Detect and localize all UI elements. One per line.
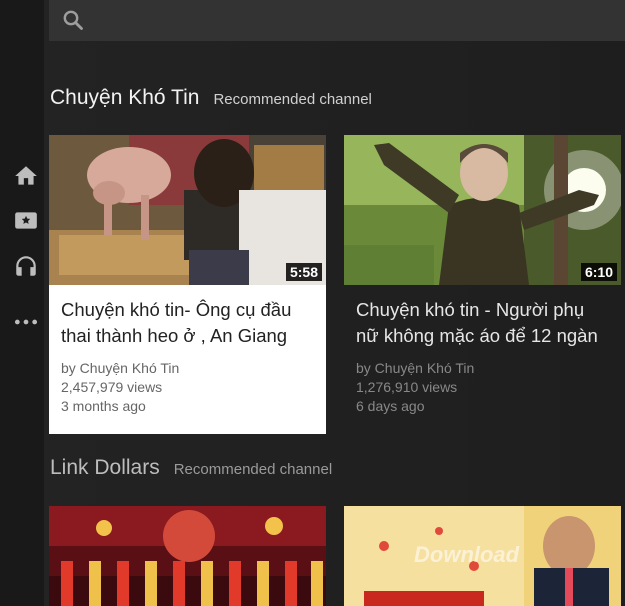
video-card[interactable]: 5:58 Chuyện khó tin- Ông cụ đầu thai thà… — [49, 135, 326, 434]
section-header: Link Dollars Recommended channel — [50, 456, 332, 480]
section-header: Chuyện Khó Tin Recommended channel — [50, 86, 372, 110]
video-duration: 5:58 — [285, 263, 322, 281]
search-icon — [63, 10, 83, 30]
section-title[interactable]: Link Dollars — [50, 456, 160, 480]
section-subtitle: Recommended channel — [173, 461, 333, 478]
more-dots-icon[interactable] — [12, 308, 40, 336]
video-thumbnail: 5:58 — [49, 135, 326, 285]
search-input[interactable] — [95, 6, 599, 36]
section-title[interactable]: Chuyện Khó Tin — [50, 86, 199, 110]
app-root: Chuyện Khó Tin Recommended channel 5:58 … — [0, 0, 625, 606]
search-bar[interactable] — [49, 0, 625, 41]
video-views: 1,276,910 views — [356, 379, 458, 395]
video-age: 3 months ago — [61, 398, 146, 414]
watermark-text: Download — [414, 542, 520, 567]
video-thumbnail[interactable] — [49, 506, 326, 606]
video-age: 6 days ago — [356, 398, 425, 414]
home-icon[interactable] — [12, 162, 40, 190]
video-views: 2,457,979 views — [61, 379, 163, 395]
video-title: Chuyện khó tin- Ông cụ đầu thai thành he… — [61, 299, 292, 346]
video-duration: 6:10 — [580, 263, 617, 281]
video-title: Chuyện khó tin - Người phụ nữ không mặc … — [356, 299, 598, 346]
side-nav — [0, 0, 44, 606]
video-channel: by Chuyện Khó Tin — [356, 360, 475, 376]
video-channel: by Chuyện Khó Tin — [61, 360, 180, 376]
video-thumbnail: 6:10 — [344, 135, 621, 285]
video-card[interactable]: 6:10 Chuyện khó tin - Người phụ nữ không… — [344, 135, 621, 416]
section-subtitle: Recommended channel — [213, 91, 372, 108]
star-box-icon[interactable] — [12, 206, 40, 234]
headphones-icon[interactable] — [12, 252, 40, 280]
video-thumbnail[interactable]: Download — [344, 506, 621, 606]
